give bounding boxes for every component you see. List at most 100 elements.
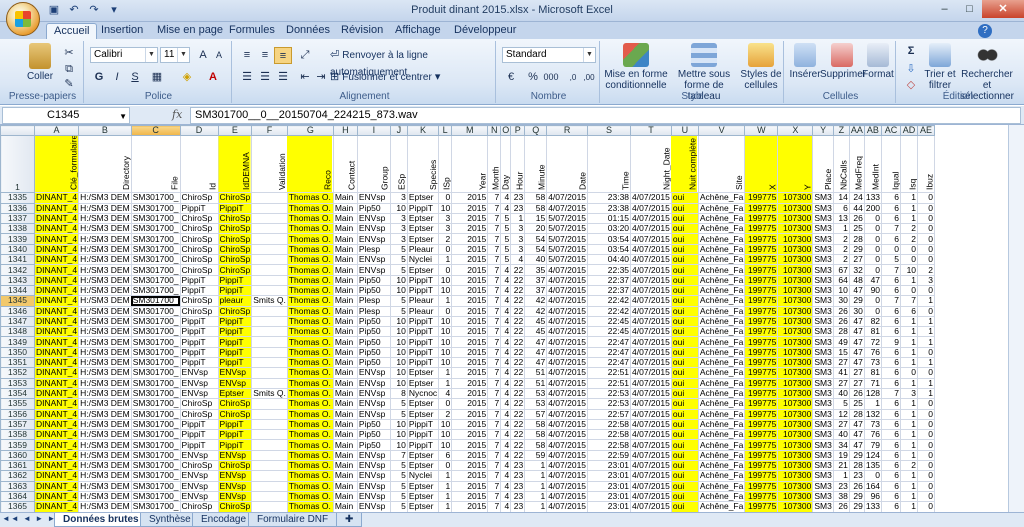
table-cell[interactable]: oui (670, 264, 699, 276)
table-cell[interactable]: 10 (438, 274, 453, 286)
table-cell[interactable]: 6 (881, 418, 902, 431)
table-cell[interactable]: oui (670, 202, 699, 214)
table-cell[interactable]: 22 (510, 357, 526, 369)
table-cell[interactable]: Pip50 (356, 429, 391, 441)
table-cell[interactable]: 2015 (451, 305, 489, 317)
table-cell[interactable]: 10 (389, 346, 408, 359)
row-header[interactable]: 1340 (0, 243, 35, 256)
table-cell[interactable]: 133 (863, 192, 883, 204)
table-cell[interactable]: PippiT (217, 315, 253, 328)
table-cell[interactable]: 4/07/2015 (546, 418, 589, 431)
table-cell[interactable]: 10 (438, 202, 453, 214)
table-cell[interactable]: Achêne_Fa (697, 223, 746, 235)
table-cell[interactable]: Thomas O. (286, 480, 334, 492)
table-cell[interactable]: H:/SM3 DEM (78, 367, 132, 379)
table-cell[interactable]: 6 (881, 326, 902, 338)
table-cell[interactable]: 4/07/2015 (630, 387, 672, 400)
table-cell[interactable]: 1 (917, 377, 936, 389)
table-cell[interactable]: 107300 (777, 480, 814, 492)
table-cell[interactable]: 6 (900, 305, 919, 317)
column-header-q[interactable]: Q (524, 125, 548, 137)
table-cell[interactable]: 1 (900, 429, 919, 441)
table-cell[interactable]: Main (332, 315, 358, 328)
tab-formules[interactable]: Formules (222, 23, 282, 39)
table-cell[interactable]: H:/SM3 DEM (78, 449, 132, 462)
column-header-w[interactable]: W (744, 125, 779, 137)
table-cell[interactable]: 4 (500, 470, 512, 482)
table-cell[interactable]: 199775 (744, 367, 779, 379)
table-cell[interactable] (251, 460, 288, 472)
table-cell[interactable]: 1 (900, 501, 919, 512)
tab-insertion[interactable]: Insertion (94, 23, 150, 39)
table-cell[interactable]: SM301700_ (130, 387, 181, 400)
table-cell[interactable]: 0 (917, 212, 936, 225)
table-cell[interactable]: 10 (438, 336, 453, 348)
table-cell[interactable]: 5 (389, 408, 408, 420)
table-cell[interactable]: 5 (500, 223, 512, 235)
align-bottom-icon[interactable]: ≡ (274, 47, 292, 64)
header-cell[interactable]: Day (500, 135, 511, 193)
table-cell[interactable]: 6 (881, 284, 902, 297)
table-cell[interactable]: 4/07/2015 (630, 254, 672, 266)
table-cell[interactable]: 22:47 (587, 346, 632, 359)
office-button[interactable] (6, 2, 40, 36)
table-cell[interactable]: PippiT (217, 429, 253, 441)
table-cell[interactable]: 7 (487, 223, 502, 235)
table-cell[interactable]: SM301700_ (130, 460, 181, 472)
table-cell[interactable]: 30 (848, 305, 865, 317)
table-cell[interactable]: Achêne_Fa (697, 490, 746, 503)
table-cell[interactable]: Achêne_Fa (697, 233, 746, 245)
table-cell[interactable]: Achêne_Fa (697, 418, 746, 431)
table-cell[interactable]: Eptser (406, 460, 440, 472)
table-cell[interactable]: 1 (900, 192, 919, 204)
table-cell[interactable]: 1 (438, 470, 453, 482)
table-cell[interactable]: 199775 (744, 326, 779, 338)
table-cell[interactable]: 107300 (777, 212, 814, 225)
table-cell[interactable]: 22:45 (587, 326, 632, 338)
table-cell[interactable]: 1 (900, 418, 919, 431)
increase-indent-icon[interactable]: ⇥ (312, 69, 330, 86)
table-cell[interactable]: 23 (510, 192, 526, 204)
table-cell[interactable]: 4/07/2015 (630, 346, 672, 359)
column-header-u[interactable]: U (670, 125, 699, 137)
table-cell[interactable]: 107300 (777, 346, 814, 359)
table-cell[interactable]: Main (332, 357, 358, 369)
table-cell[interactable]: PippiT (406, 346, 440, 359)
header-cell[interactable]: Date (546, 135, 588, 193)
table-cell[interactable]: 1 (917, 295, 936, 307)
table-cell[interactable]: Main (332, 460, 358, 472)
table-cell[interactable]: Main (332, 470, 358, 482)
table-cell[interactable]: DINANT_4 (33, 346, 80, 359)
table-cell[interactable]: 40 (832, 387, 850, 400)
sheet-tab-synthese[interactable]: Synthèse (140, 513, 200, 527)
table-cell[interactable]: PippiT (179, 418, 219, 431)
table-cell[interactable]: Main (332, 305, 358, 317)
header-cell[interactable]: Time (587, 135, 631, 193)
row-header[interactable]: 1335 (0, 192, 35, 204)
table-cell[interactable]: Pip50 (356, 346, 391, 359)
column-header-v[interactable]: V (697, 125, 746, 137)
table-cell[interactable]: H:/SM3 DEM (78, 346, 132, 359)
table-cell[interactable]: 4/07/2015 (630, 367, 672, 379)
column-header-y[interactable]: Y (812, 125, 834, 137)
table-cell[interactable]: 6 (881, 490, 902, 503)
table-cell[interactable]: 23:01 (587, 460, 632, 472)
table-cell[interactable]: 107300 (777, 377, 814, 389)
table-cell[interactable]: 23 (832, 480, 850, 492)
table-cell[interactable] (251, 346, 288, 359)
table-cell[interactable]: 7 (487, 490, 502, 503)
table-cell[interactable]: ChiroSp (217, 460, 253, 472)
table-cell[interactable]: Main (332, 326, 358, 338)
table-cell[interactable]: PippiT (406, 202, 440, 214)
table-cell[interactable]: 10 (389, 377, 408, 389)
table-cell[interactable]: oui (670, 501, 699, 512)
table-cell[interactable]: DINANT_4 (33, 254, 80, 266)
table-cell[interactable]: ENVsp (356, 223, 391, 235)
table-cell[interactable] (251, 439, 288, 451)
table-cell[interactable]: 4/07/2015 (630, 357, 672, 369)
table-cell[interactable]: 20 (524, 223, 548, 235)
table-cell[interactable]: 22:58 (587, 418, 632, 431)
table-cell[interactable]: 23 (510, 460, 526, 472)
table-cell[interactable]: Eptser (406, 192, 440, 204)
table-cell[interactable]: 47 (848, 284, 865, 297)
